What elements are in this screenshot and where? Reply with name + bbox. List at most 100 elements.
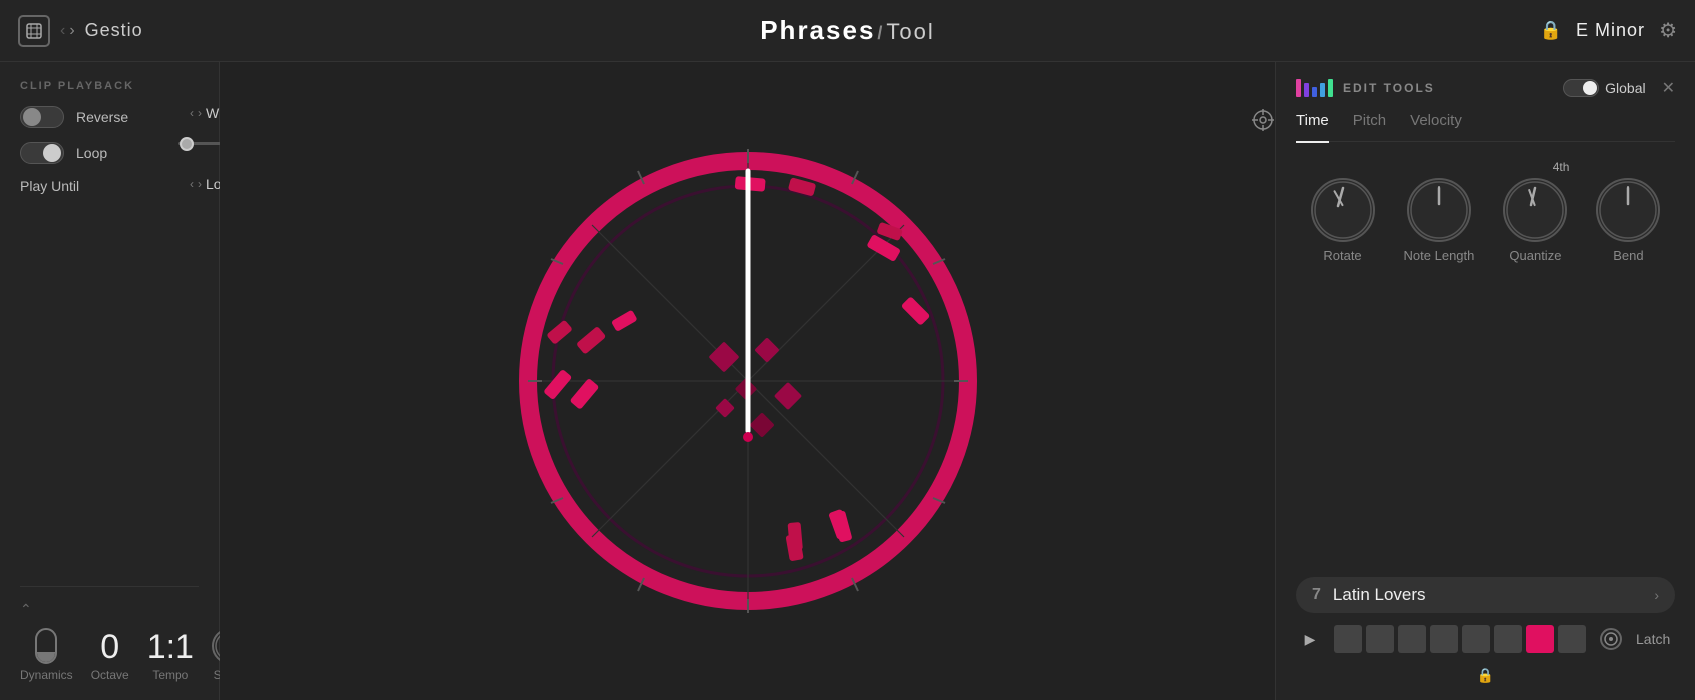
rotate-knob-item: Rotate xyxy=(1311,178,1375,263)
global-label: Global xyxy=(1605,80,1645,96)
settings-icon[interactable]: ⚙ xyxy=(1659,18,1677,43)
seq-block-8[interactable] xyxy=(1558,625,1586,653)
quantize-knob-item: 4th Quantize xyxy=(1503,178,1567,263)
cube-icon[interactable] xyxy=(18,15,50,47)
preset-name: Latin Lovers xyxy=(1333,585,1426,605)
bend-dial[interactable] xyxy=(1596,178,1660,242)
topbar: ‹ › Gestio Phrases/Tool 🔒 E Minor ⚙ xyxy=(0,0,1695,62)
seq-block-1[interactable] xyxy=(1334,625,1362,653)
expand-icon[interactable]: ⌃ xyxy=(20,601,199,618)
tempo-item: 1:1 Tempo xyxy=(147,630,194,682)
reverse-knob xyxy=(23,108,41,126)
left-panel: CLIP PLAYBACK Reverse ‹ › Whole Loop xyxy=(0,62,220,700)
loop-toggle[interactable] xyxy=(20,142,64,164)
dynamics-icon[interactable] xyxy=(35,628,57,664)
preset-selector[interactable]: 7 Latin Lovers › xyxy=(1296,577,1675,613)
lock-bottom: 🔒 xyxy=(1296,667,1675,684)
seq-block-4[interactable] xyxy=(1430,625,1458,653)
edit-tools-label: EDIT TOOLS xyxy=(1343,81,1435,95)
tempo-value[interactable]: 1:1 xyxy=(147,630,194,664)
loop-slider-thumb[interactable] xyxy=(180,137,194,151)
preset-row: 7 Latin Lovers › ▶ xyxy=(1296,577,1675,684)
octave-value[interactable]: 0 xyxy=(100,630,119,664)
play-button[interactable]: ▶ xyxy=(1296,625,1324,653)
nav-arrows: ‹ › xyxy=(60,22,75,40)
app-title-phrases: Phrases/Tool xyxy=(760,15,935,46)
topbar-right: 🔒 E Minor ⚙ xyxy=(1540,18,1677,43)
color-bar-4 xyxy=(1320,83,1325,97)
right-panel: EDIT TOOLS Global ✕ Time Pitch Velocity xyxy=(1275,62,1695,700)
quantize-4th-label: 4th xyxy=(1553,160,1570,174)
quantize-label: Quantize xyxy=(1509,248,1561,263)
loop-row: Loop xyxy=(20,142,199,164)
nav-back[interactable]: ‹ xyxy=(60,22,65,40)
circle-visualizer xyxy=(498,131,998,631)
app-name: Gestio xyxy=(85,20,143,41)
play-until-label: Play Until xyxy=(20,178,79,194)
dynamics-label: Dynamics xyxy=(20,668,73,682)
octave-item: 0 Octave xyxy=(91,630,129,682)
loop-label: Loop xyxy=(76,145,107,161)
latch-button[interactable]: Latch xyxy=(1636,631,1670,647)
circle-svg xyxy=(498,131,998,631)
bend-knob-item: Bend xyxy=(1596,178,1660,263)
preset-arrow[interactable]: › xyxy=(1654,587,1659,603)
note-length-knob-item: Note Length xyxy=(1404,178,1475,263)
color-bar-1 xyxy=(1296,79,1301,97)
loop-knob xyxy=(43,144,61,162)
octave-label: Octave xyxy=(91,668,129,682)
rotate-label: Rotate xyxy=(1323,248,1361,263)
seq-blocks xyxy=(1334,625,1586,653)
tab-pitch[interactable]: Pitch xyxy=(1353,112,1386,133)
lock-icon[interactable]: 🔒 xyxy=(1540,20,1562,41)
tabs-row: Time Pitch Velocity xyxy=(1296,112,1675,142)
reverse-label: Reverse xyxy=(76,109,128,125)
close-button[interactable]: ✕ xyxy=(1662,78,1675,98)
tab-velocity[interactable]: Velocity xyxy=(1410,112,1462,133)
clip-playback-label: CLIP PLAYBACK xyxy=(20,80,199,92)
key-display[interactable]: E Minor xyxy=(1576,20,1645,41)
edit-tools-header: EDIT TOOLS Global ✕ xyxy=(1296,78,1675,98)
play-until-row: Play Until xyxy=(20,178,199,194)
knobs-row: Rotate Note Length 4th xyxy=(1296,178,1675,263)
dynamics-icon-container xyxy=(35,628,57,664)
global-toggle-knob xyxy=(1583,81,1597,95)
quantize-dial[interactable] xyxy=(1503,178,1567,242)
seq-block-3[interactable] xyxy=(1398,625,1426,653)
topbar-left: ‹ › Gestio xyxy=(18,15,143,47)
whole-prev[interactable]: ‹ xyxy=(190,106,194,120)
color-bar-3 xyxy=(1312,87,1317,97)
bottom-controls: ⌃ Dynamics 0 Octave 1:1 Tempo xyxy=(20,586,199,682)
seq-block-6[interactable] xyxy=(1494,625,1522,653)
dynamics-item: Dynamics xyxy=(20,628,73,682)
metrics-row: Dynamics 0 Octave 1:1 Tempo 4th xyxy=(20,628,199,682)
color-picker-icon[interactable] xyxy=(1600,628,1622,650)
whole-next-arrow[interactable]: › xyxy=(198,106,202,120)
rotate-dial[interactable] xyxy=(1311,178,1375,242)
note-length-dial[interactable] xyxy=(1407,178,1471,242)
note-length-label: Note Length xyxy=(1404,248,1475,263)
seq-block-2[interactable] xyxy=(1366,625,1394,653)
reverse-row: Reverse xyxy=(20,106,199,128)
tab-time[interactable]: Time xyxy=(1296,112,1329,143)
lock-bottom-icon[interactable]: 🔒 xyxy=(1477,667,1494,684)
bend-label: Bend xyxy=(1613,248,1643,263)
reverse-toggle[interactable] xyxy=(20,106,64,128)
global-toggle[interactable]: Global xyxy=(1563,79,1645,97)
main-layout: CLIP PLAYBACK Reverse ‹ › Whole Loop xyxy=(0,62,1695,700)
center-panel xyxy=(220,62,1275,700)
color-bar-5 xyxy=(1328,79,1333,97)
topbar-center: Phrases/Tool xyxy=(760,15,935,46)
loop-end-next[interactable]: › xyxy=(198,177,202,191)
nav-forward[interactable]: › xyxy=(69,22,74,40)
tempo-label: Tempo xyxy=(152,668,188,682)
loop-end-prev[interactable]: ‹ xyxy=(190,177,194,191)
color-bar-2 xyxy=(1304,83,1309,97)
color-bars xyxy=(1296,79,1333,97)
seq-block-5[interactable] xyxy=(1462,625,1490,653)
seq-block-7[interactable] xyxy=(1526,625,1554,653)
sequencer-row: ▶ Latch xyxy=(1296,625,1675,653)
clip-controls: Reverse ‹ › Whole Loop inf xyxy=(20,106,199,194)
global-toggle-pill[interactable] xyxy=(1563,79,1599,97)
preset-number: 7 xyxy=(1312,586,1321,604)
